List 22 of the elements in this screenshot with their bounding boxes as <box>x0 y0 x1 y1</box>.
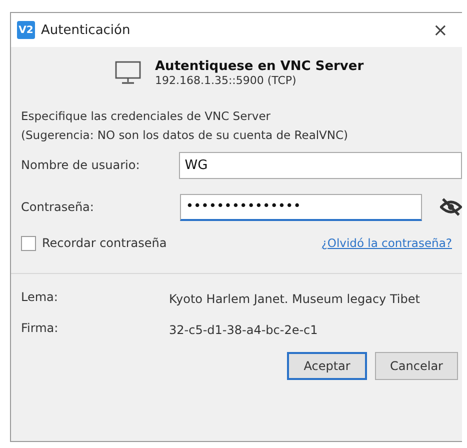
forgot-password-link[interactable]: ¿Olvidó la contraseña? <box>321 236 452 250</box>
detail-label: Firma: <box>21 321 60 337</box>
password-label: Contraseña: <box>21 200 95 214</box>
instruction-text: (Sugerencia: NO son los datos de su cuenta de RealVNC) <box>21 127 350 144</box>
remember-label: Recordar contraseña <box>42 236 168 250</box>
accept-button[interactable]: Aceptar <box>287 352 368 380</box>
close-button[interactable]: × <box>426 20 454 40</box>
header-title: Autentiquese en VNC Server <box>155 59 364 74</box>
monitor-icon <box>115 61 141 85</box>
server-address: 192.168.1.35::5900 (TCP) <box>155 74 298 87</box>
remember-checkbox[interactable] <box>21 236 36 250</box>
window-title: Autenticación <box>41 22 132 38</box>
detail-value: Kyoto Harlem Janet. Museum legacy Tibet <box>169 291 421 308</box>
instruction-text: Especifique las credenciales de VNC Server <box>21 108 272 125</box>
username-field[interactable]: WG <box>178 152 462 178</box>
password-field[interactable]: ••••••••••••••• <box>180 194 422 220</box>
detail-label: Lema: <box>21 290 59 306</box>
detail-value: 32-c5-d1-38-a4-bc-2e-c1 <box>169 322 319 339</box>
username-label: Nombre de usuario: <box>21 158 141 172</box>
hide-password-icon[interactable] <box>440 198 462 216</box>
app-logo: V2 <box>17 21 35 39</box>
cancel-button[interactable]: Cancelar <box>375 352 458 380</box>
